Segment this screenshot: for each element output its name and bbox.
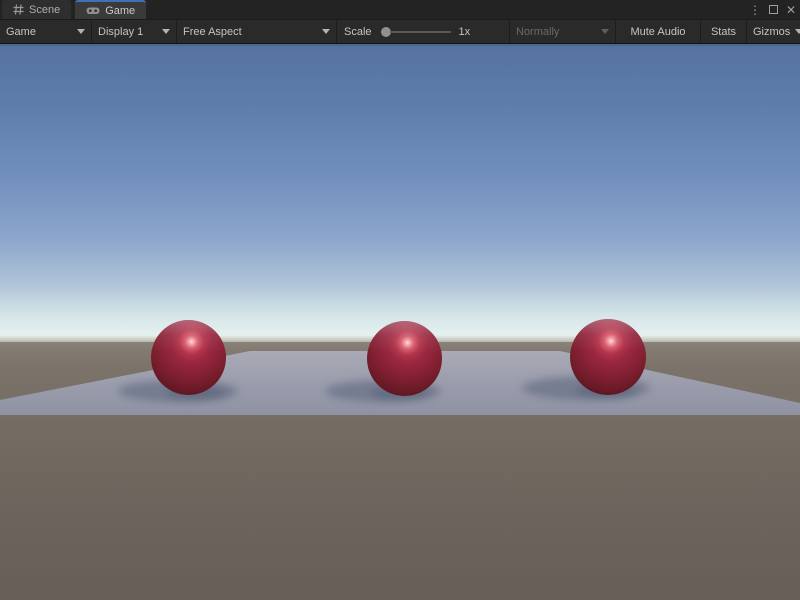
window-controls: ⋮ ✕ bbox=[749, 0, 796, 19]
game-view-panel: Scene Game ⋮ ✕ Game Display 1 bbox=[0, 0, 800, 600]
aspect-ratio-dropdown[interactable]: Free Aspect bbox=[177, 20, 337, 43]
chevron-down-icon bbox=[77, 29, 85, 34]
chevron-down-icon bbox=[322, 29, 330, 34]
maximize-icon[interactable] bbox=[769, 5, 778, 14]
tab-game[interactable]: Game bbox=[75, 0, 146, 19]
gamepad-icon bbox=[86, 5, 100, 16]
red-sphere-2 bbox=[367, 321, 442, 396]
chevron-down-icon bbox=[795, 29, 800, 34]
tab-scene-label: Scene bbox=[29, 4, 60, 16]
aspect-ratio-dropdown-label: Free Aspect bbox=[183, 26, 242, 38]
mute-audio-button[interactable]: Mute Audio bbox=[616, 20, 701, 43]
tab-game-label: Game bbox=[105, 5, 135, 17]
tab-scene[interactable]: Scene bbox=[2, 0, 71, 19]
scale-slider-track[interactable] bbox=[390, 31, 451, 33]
playback-dropdown: Normally bbox=[510, 20, 616, 43]
kebab-menu-icon[interactable]: ⋮ bbox=[749, 4, 761, 16]
display-dropdown[interactable]: Display 1 bbox=[92, 20, 177, 43]
stats-label: Stats bbox=[711, 26, 736, 38]
playback-dropdown-label: Normally bbox=[516, 26, 559, 38]
chevron-down-icon bbox=[601, 29, 609, 34]
red-sphere-3 bbox=[570, 319, 646, 395]
stats-button[interactable]: Stats bbox=[701, 20, 747, 43]
game-view-toolbar: Game Display 1 Free Aspect Scale 1x Norm… bbox=[0, 19, 800, 44]
scale-label: Scale bbox=[344, 26, 372, 38]
game-mode-dropdown-label: Game bbox=[6, 26, 36, 38]
close-icon[interactable]: ✕ bbox=[786, 4, 796, 16]
tab-bar: Scene Game ⋮ ✕ bbox=[0, 0, 800, 19]
red-sphere-1 bbox=[151, 320, 226, 395]
grid-icon bbox=[13, 4, 24, 15]
scale-control: Scale 1x bbox=[337, 20, 510, 43]
scale-value: 1x bbox=[459, 26, 471, 38]
gizmos-arrow-button[interactable] bbox=[790, 29, 800, 34]
mute-audio-label: Mute Audio bbox=[630, 26, 685, 38]
display-dropdown-label: Display 1 bbox=[98, 26, 143, 38]
game-render-viewport[interactable] bbox=[0, 46, 800, 600]
chevron-down-icon bbox=[162, 29, 170, 34]
gizmos-dropdown[interactable]: Gizmos bbox=[747, 20, 799, 43]
gizmos-label: Gizmos bbox=[753, 26, 790, 38]
game-mode-dropdown[interactable]: Game bbox=[0, 20, 92, 43]
